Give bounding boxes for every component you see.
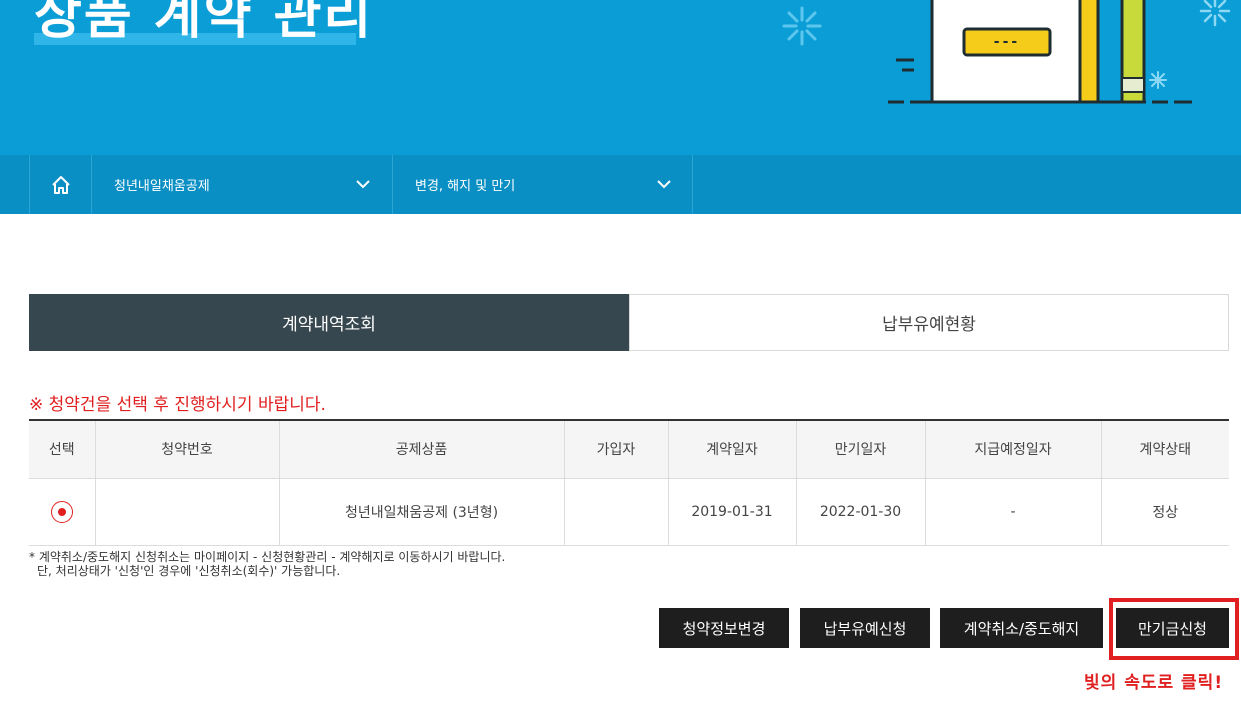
table-row[interactable]: 청년내일채움공제 (3년형) 2019-01-31 2022-01-30 - 정… bbox=[29, 478, 1229, 546]
nav-divider bbox=[692, 155, 693, 214]
column-header: 지급예정일자 bbox=[924, 419, 1101, 479]
product-cell: 청년내일채움공제 (3년형) bbox=[278, 478, 564, 546]
column-header: 선택 bbox=[29, 419, 95, 479]
payment-date-cell: - bbox=[924, 478, 1101, 546]
selection-notice: ※ 청약건을 선택 후 진행하시기 바랍니다. bbox=[29, 395, 326, 415]
contract-number-cell bbox=[94, 478, 279, 546]
payment-deferral-button[interactable]: 납부유예신청 bbox=[800, 608, 930, 648]
subscriber-cell bbox=[563, 478, 668, 546]
contract-table: 선택 청약번호 공제상품 가입자 계약일자 만기일자 지급예정일자 계약상태 청… bbox=[29, 419, 1229, 546]
contract-document-illustration bbox=[888, 0, 1192, 104]
location-nav: 청년내일채움공제 변경, 해지 및 만기 bbox=[0, 155, 1241, 214]
tab-bar: 계약내역조회 납부유예현황 bbox=[29, 294, 1229, 351]
maturity-date-cell: 2022-01-30 bbox=[795, 478, 925, 546]
menu-dropdown-label: 변경, 해지 및 만기 bbox=[415, 179, 516, 194]
column-header: 가입자 bbox=[563, 419, 668, 479]
column-header: 공제상품 bbox=[278, 419, 564, 479]
select-radio[interactable] bbox=[50, 500, 73, 523]
status-cell: 정상 bbox=[1100, 478, 1229, 546]
column-header: 만기일자 bbox=[795, 419, 925, 479]
chevron-down-icon bbox=[356, 180, 370, 189]
highlight-annotation-box bbox=[1109, 598, 1239, 660]
menu-dropdown[interactable]: 변경, 해지 및 만기 bbox=[392, 155, 693, 214]
home-icon bbox=[51, 175, 70, 194]
select-cell bbox=[29, 478, 95, 546]
page-title: 상품 계약 관리 bbox=[34, 0, 374, 46]
illustration-label: --- bbox=[993, 34, 1021, 50]
contract-date-cell: 2019-01-31 bbox=[667, 478, 796, 546]
change-contract-info-button[interactable]: 청약정보변경 bbox=[659, 608, 789, 648]
cancel-terminate-button[interactable]: 계약취소/중도해지 bbox=[940, 608, 1103, 648]
chevron-down-icon bbox=[657, 180, 671, 189]
footnote: * 계약취소/중도해지 신청취소는 마이페이지 - 신청현황관리 - 계약해지로… bbox=[29, 550, 505, 578]
column-header: 계약상태 bbox=[1100, 419, 1229, 479]
footnote-line: 단, 처리상태가 '신청'인 경우에 '신청취소(회수)' 가능합니다. bbox=[37, 564, 341, 578]
hero-banner: 상품 계약 관리 --- bbox=[0, 0, 1241, 155]
product-dropdown[interactable]: 청년내일채움공제 bbox=[91, 155, 392, 214]
product-dropdown-label: 청년내일채움공제 bbox=[114, 179, 210, 194]
column-header: 청약번호 bbox=[94, 419, 279, 479]
tab-contract-history[interactable]: 계약내역조회 bbox=[29, 294, 629, 351]
table-header-row: 선택 청약번호 공제상품 가입자 계약일자 만기일자 지급예정일자 계약상태 bbox=[29, 419, 1229, 479]
sparkle-icon bbox=[1199, 0, 1231, 27]
tab-payment-deferral-status[interactable]: 납부유예현황 bbox=[629, 294, 1229, 351]
home-button[interactable] bbox=[29, 155, 91, 214]
sparkle-icon bbox=[782, 6, 822, 46]
footnote-line: * 계약취소/중도해지 신청취소는 마이페이지 - 신청현황관리 - 계약해지로… bbox=[29, 550, 506, 564]
annotation-text: 빛의 속도로 클릭! bbox=[1084, 673, 1224, 693]
column-header: 계약일자 bbox=[667, 419, 796, 479]
